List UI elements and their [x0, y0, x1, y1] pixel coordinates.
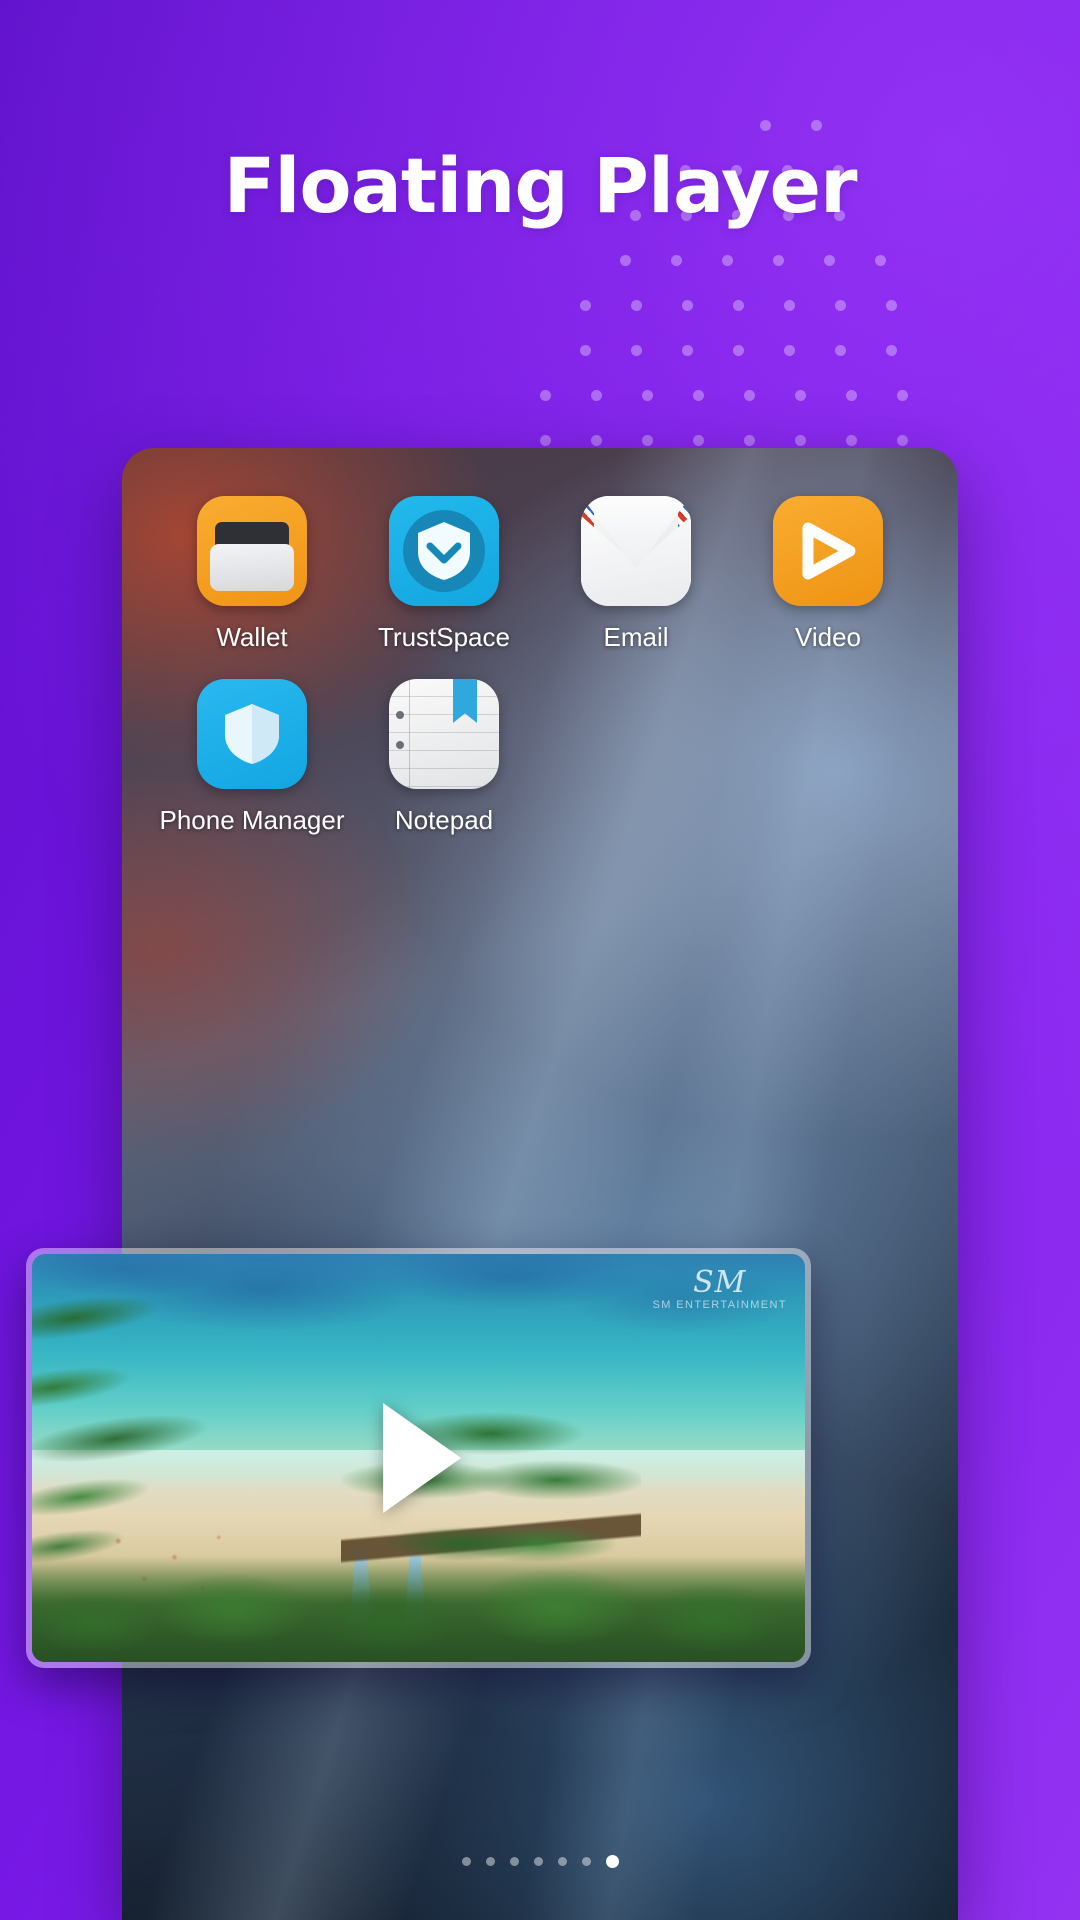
- floating-video-player[interactable]: SM SM ENTERTAINMENT: [26, 1248, 811, 1668]
- app-label: Video: [794, 622, 862, 652]
- wallet-icon[interactable]: [197, 496, 307, 606]
- notepad-margin: [409, 679, 410, 789]
- play-button[interactable]: [382, 1403, 461, 1513]
- app-label: Phone Manager: [159, 805, 345, 835]
- app-phone-manager[interactable]: Phone Manager: [156, 679, 348, 836]
- wallet-card-light: [210, 544, 294, 591]
- video-foliage: [32, 1555, 805, 1662]
- video-surface[interactable]: SM SM ENTERTAINMENT: [32, 1254, 805, 1662]
- notepad-hole: [396, 741, 404, 749]
- phone-homescreen-panel: Wallet TrustSpace Email Video Phone Mana…: [122, 448, 958, 1920]
- app-label: Wallet: [216, 622, 288, 652]
- watermark-logo: SM: [693, 1265, 747, 1300]
- play-icon[interactable]: [773, 496, 883, 606]
- page-dot[interactable]: [461, 1857, 471, 1866]
- shield-glyph: [225, 704, 279, 764]
- notepad-hole: [396, 711, 404, 719]
- app-label: TrustSpace: [378, 622, 510, 652]
- shield-check-glyph: [418, 522, 470, 580]
- page-dot[interactable]: [581, 1857, 591, 1866]
- page-dot[interactable]: [485, 1857, 495, 1866]
- app-notepad[interactable]: Notepad: [348, 679, 540, 836]
- notepad-lines: [389, 679, 499, 789]
- app-label: Notepad: [394, 805, 494, 835]
- page-indicator-dots[interactable]: [122, 1855, 958, 1868]
- app-slot-empty: [540, 679, 732, 836]
- app-slot-empty: [732, 679, 924, 836]
- page-dot[interactable]: [533, 1857, 543, 1866]
- page-dot-active[interactable]: [605, 1855, 619, 1868]
- notepad-icon[interactable]: [389, 679, 499, 789]
- app-video[interactable]: Video: [732, 496, 924, 653]
- app-label: Email: [603, 622, 669, 652]
- app-grid: Wallet TrustSpace Email Video Phone Mana…: [122, 496, 958, 862]
- page-title: Floating Player: [223, 141, 857, 230]
- app-row-1: Wallet TrustSpace Email Video: [156, 496, 924, 679]
- page-dot[interactable]: [557, 1857, 567, 1866]
- envelope-icon[interactable]: [581, 496, 691, 606]
- video-palm-left: [32, 1254, 284, 1590]
- app-row-2: Phone Manager Notepad: [156, 679, 924, 862]
- app-email[interactable]: Email: [540, 496, 732, 653]
- play-glyph: [802, 522, 856, 580]
- app-trustspace[interactable]: TrustSpace: [348, 496, 540, 653]
- app-wallet[interactable]: Wallet: [156, 496, 348, 653]
- video-watermark: SM SM ENTERTAINMENT: [653, 1266, 787, 1311]
- shield-check-icon[interactable]: [389, 496, 499, 606]
- watermark-text: SM ENTERTAINMENT: [652, 1299, 787, 1311]
- shield-icon[interactable]: [197, 679, 307, 789]
- page-dot[interactable]: [509, 1857, 519, 1866]
